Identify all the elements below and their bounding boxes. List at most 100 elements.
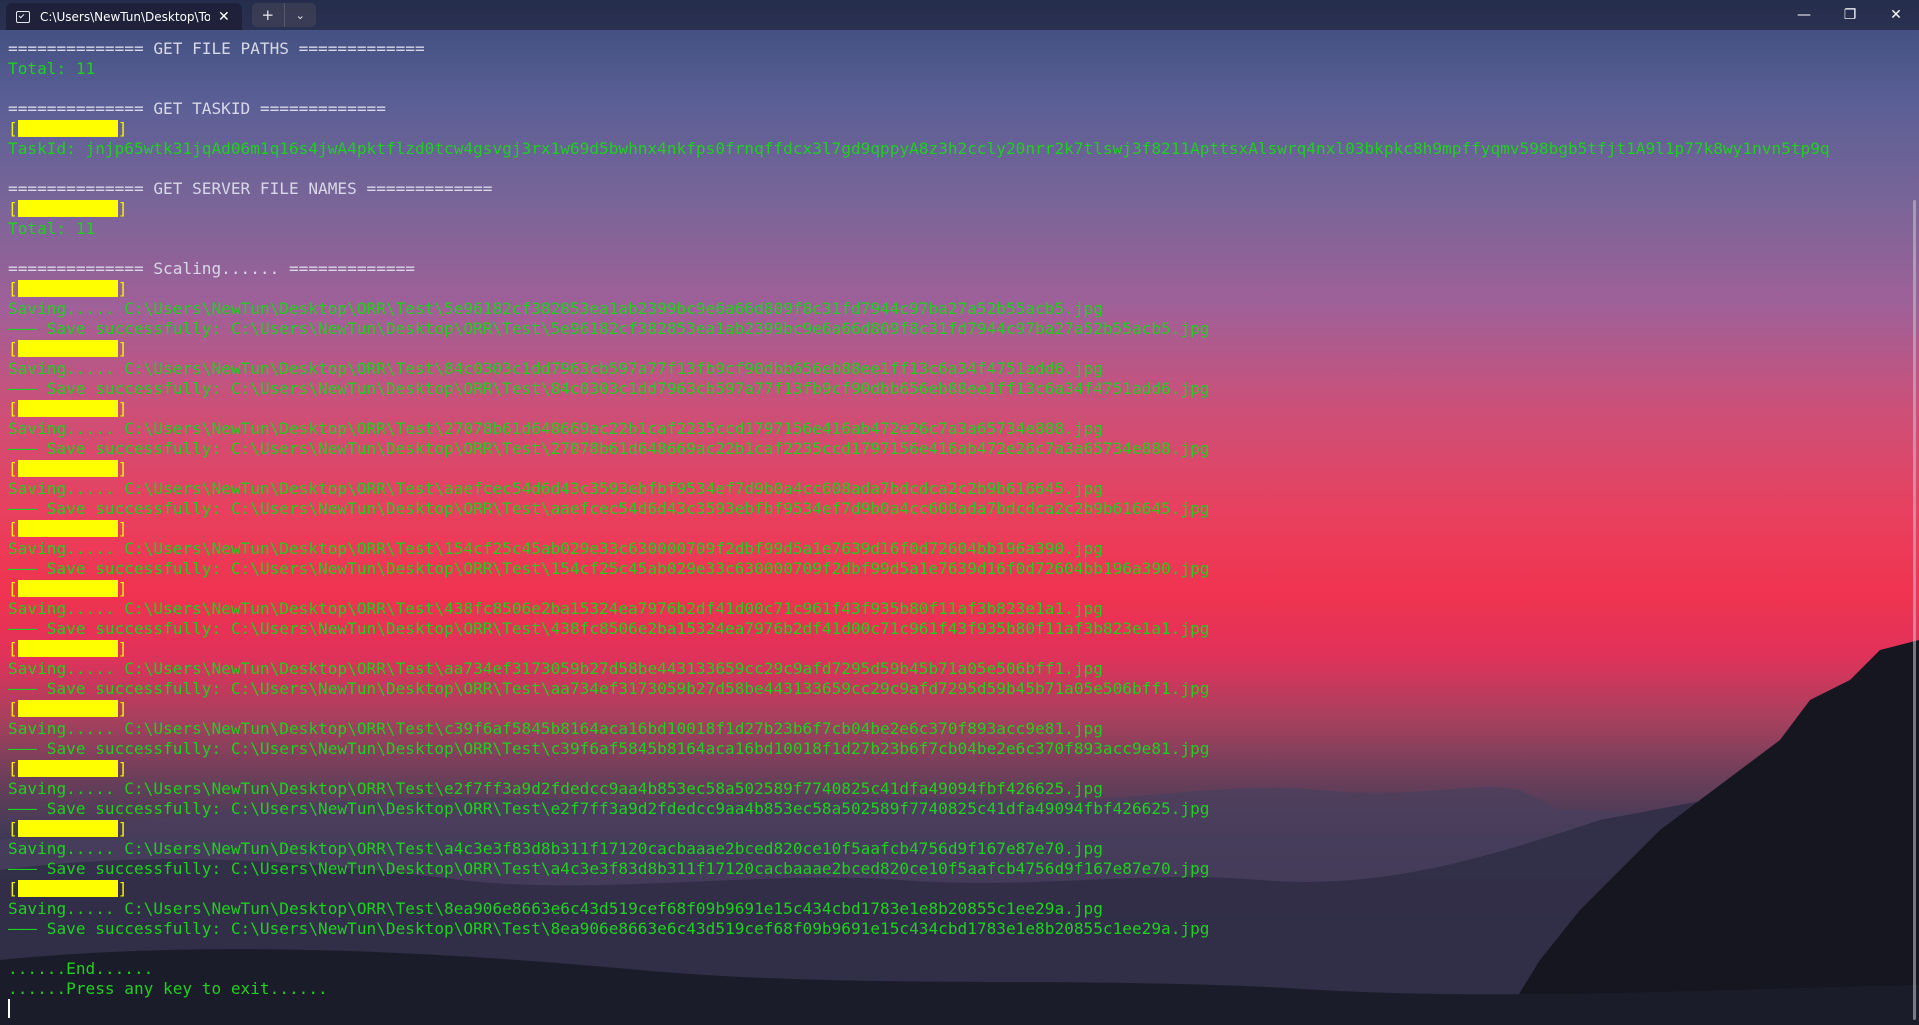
output-line: Saving..... C:\Users\NewTun\Desktop\ORR\… bbox=[8, 839, 1103, 858]
redaction-box bbox=[17, 580, 118, 597]
cursor-line bbox=[8, 999, 1913, 1019]
tab-title: C:\Users\NewTun\Desktop\To bbox=[40, 9, 210, 24]
redaction-box bbox=[17, 880, 118, 897]
bracket-close: ] bbox=[117, 399, 128, 418]
redacted-line: [] bbox=[8, 639, 1913, 659]
output-line: Saving..... C:\Users\NewTun\Desktop\ORR\… bbox=[8, 899, 1103, 918]
redacted-line: [] bbox=[8, 459, 1913, 479]
output-line: ——— Save successfully: C:\Users\NewTun\D… bbox=[8, 919, 1210, 938]
redacted-line: [] bbox=[8, 879, 1913, 899]
redacted-line: [] bbox=[8, 699, 1913, 719]
redaction-box bbox=[17, 640, 118, 657]
bracket-close: ] bbox=[117, 279, 128, 298]
output-line: ——— Save successfully: C:\Users\NewTun\D… bbox=[8, 679, 1210, 698]
output-line: Saving..... C:\Users\NewTun\Desktop\ORR\… bbox=[8, 479, 1103, 498]
maximize-button[interactable]: ❐ bbox=[1827, 0, 1873, 30]
output-line: Saving..... C:\Users\NewTun\Desktop\ORR\… bbox=[8, 779, 1103, 798]
bracket-open: [ bbox=[8, 699, 18, 718]
scrollbar[interactable] bbox=[1913, 200, 1916, 1020]
output-line: Saving..... C:\Users\NewTun\Desktop\ORR\… bbox=[8, 359, 1103, 378]
new-tab-group: + ⌄ bbox=[252, 3, 316, 27]
bracket-close: ] bbox=[117, 879, 128, 898]
bracket-open: [ bbox=[8, 199, 18, 218]
redacted-line: [] bbox=[8, 579, 1913, 599]
title-bar: C:\Users\NewTun\Desktop\To ✕ + ⌄ — ❐ ✕ bbox=[0, 0, 1919, 30]
redaction-box bbox=[17, 280, 118, 297]
output-line: ——— Save successfully: C:\Users\NewTun\D… bbox=[8, 379, 1210, 398]
output-line: TaskId: jnjp65wtk31jqAd06m1q16s4jwA4pktf… bbox=[8, 139, 1830, 158]
bracket-open: [ bbox=[8, 519, 18, 538]
bracket-close: ] bbox=[117, 759, 128, 778]
output-line: ——— Save successfully: C:\Users\NewTun\D… bbox=[8, 499, 1210, 518]
bracket-open: [ bbox=[8, 399, 18, 418]
redacted-line: [] bbox=[8, 119, 1913, 139]
redaction-box bbox=[17, 820, 118, 837]
tab-close-icon[interactable]: ✕ bbox=[218, 9, 230, 25]
bracket-open: [ bbox=[8, 579, 18, 598]
redacted-line: [] bbox=[8, 759, 1913, 779]
redacted-line: [] bbox=[8, 279, 1913, 299]
section-header: ============== GET SERVER FILE NAMES ===… bbox=[8, 179, 493, 198]
output-line: Total: 11 bbox=[8, 59, 96, 78]
redaction-box bbox=[17, 760, 118, 777]
output-line: Saving..... C:\Users\NewTun\Desktop\ORR\… bbox=[8, 659, 1103, 678]
output-line: ——— Save successfully: C:\Users\NewTun\D… bbox=[8, 859, 1210, 878]
bracket-close: ] bbox=[117, 459, 128, 478]
output-line: ——— Save successfully: C:\Users\NewTun\D… bbox=[8, 439, 1210, 458]
redacted-line: [] bbox=[8, 819, 1913, 839]
output-line: ——— Save successfully: C:\Users\NewTun\D… bbox=[8, 799, 1210, 818]
minimize-button[interactable]: — bbox=[1781, 0, 1827, 30]
bracket-open: [ bbox=[8, 819, 18, 838]
redaction-box bbox=[17, 200, 118, 217]
bracket-close: ] bbox=[117, 119, 128, 138]
output-line: Saving..... C:\Users\NewTun\Desktop\ORR\… bbox=[8, 539, 1103, 558]
close-window-button[interactable]: ✕ bbox=[1873, 0, 1919, 30]
output-line: Saving..... C:\Users\NewTun\Desktop\ORR\… bbox=[8, 419, 1103, 438]
bracket-close: ] bbox=[117, 579, 128, 598]
redaction-box bbox=[17, 700, 118, 717]
redacted-line: [] bbox=[8, 399, 1913, 419]
section-header: ============== GET TASKID ============= bbox=[8, 99, 386, 118]
terminal-output[interactable]: ============== GET FILE PATHS ==========… bbox=[8, 39, 1913, 1019]
bracket-close: ] bbox=[117, 199, 128, 218]
bracket-close: ] bbox=[117, 699, 128, 718]
tab-dropdown-button[interactable]: ⌄ bbox=[285, 3, 317, 27]
redaction-box bbox=[17, 400, 118, 417]
output-line: Total: 11 bbox=[8, 219, 96, 238]
bracket-close: ] bbox=[117, 519, 128, 538]
bracket-open: [ bbox=[8, 119, 18, 138]
terminal-tab[interactable]: C:\Users\NewTun\Desktop\To ✕ bbox=[6, 3, 242, 30]
output-line: Saving..... C:\Users\NewTun\Desktop\ORR\… bbox=[8, 599, 1103, 618]
new-tab-button[interactable]: + bbox=[252, 3, 285, 27]
bracket-open: [ bbox=[8, 639, 18, 658]
section-header: ============== Scaling...... ===========… bbox=[8, 259, 415, 278]
bracket-open: [ bbox=[8, 759, 18, 778]
redacted-line: [] bbox=[8, 339, 1913, 359]
redaction-box bbox=[17, 520, 118, 537]
redacted-line: [] bbox=[8, 199, 1913, 219]
bracket-close: ] bbox=[117, 819, 128, 838]
text-cursor bbox=[8, 999, 10, 1018]
output-line: Saving..... C:\Users\NewTun\Desktop\ORR\… bbox=[8, 299, 1103, 318]
redaction-box bbox=[17, 460, 118, 477]
bracket-open: [ bbox=[8, 279, 18, 298]
bracket-open: [ bbox=[8, 879, 18, 898]
bracket-open: [ bbox=[8, 339, 18, 358]
output-line: ......Press any key to exit...... bbox=[8, 979, 328, 998]
bracket-open: [ bbox=[8, 459, 18, 478]
output-line: Saving..... C:\Users\NewTun\Desktop\ORR\… bbox=[8, 719, 1103, 738]
output-line: ——— Save successfully: C:\Users\NewTun\D… bbox=[8, 319, 1210, 338]
output-line: ——— Save successfully: C:\Users\NewTun\D… bbox=[8, 559, 1210, 578]
output-line: ——— Save successfully: C:\Users\NewTun\D… bbox=[8, 739, 1210, 758]
redacted-line: [] bbox=[8, 519, 1913, 539]
redaction-box bbox=[17, 340, 118, 357]
bracket-close: ] bbox=[117, 339, 128, 358]
redaction-box bbox=[17, 120, 118, 137]
terminal-icon bbox=[16, 10, 30, 23]
section-header: ============== GET FILE PATHS ==========… bbox=[8, 39, 425, 58]
output-line: ——— Save successfully: C:\Users\NewTun\D… bbox=[8, 619, 1210, 638]
